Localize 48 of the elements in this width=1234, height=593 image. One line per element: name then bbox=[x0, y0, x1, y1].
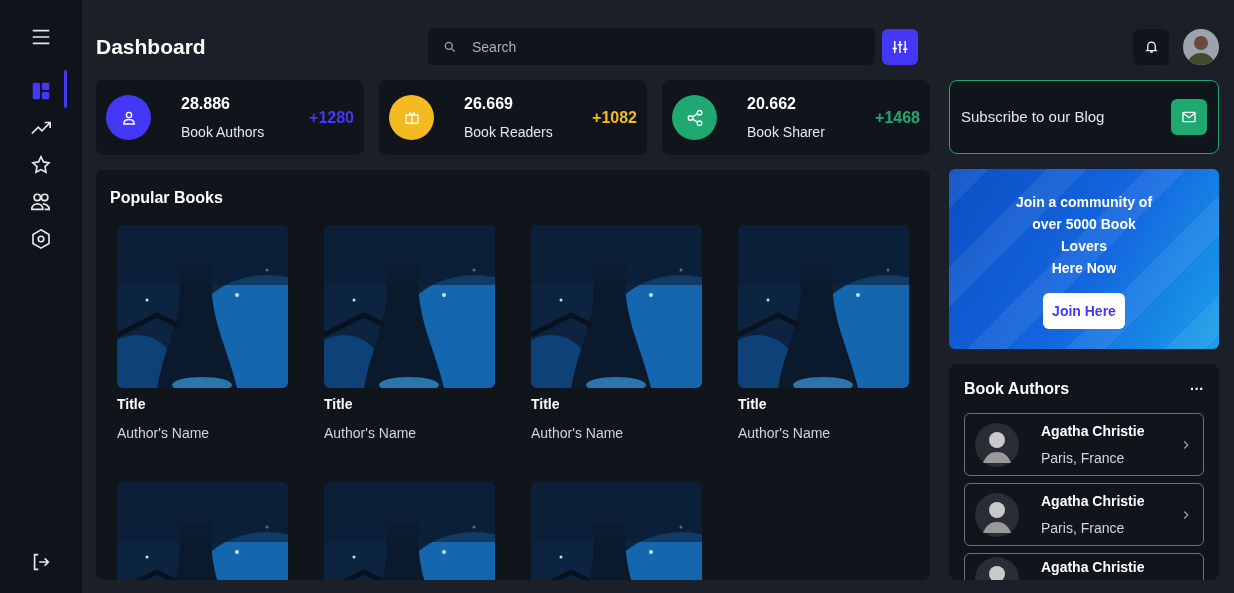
section-title: Popular Books bbox=[110, 188, 224, 208]
book-author: Author's Name bbox=[117, 424, 211, 443]
mail-icon bbox=[1181, 109, 1197, 125]
bell-icon bbox=[1143, 39, 1159, 54]
stat-change: +1468 bbox=[875, 107, 920, 128]
stat-value: 20.662 bbox=[747, 94, 797, 114]
page-title: Dashboard bbox=[96, 33, 207, 60]
author-item[interactable]: Agatha Christie Paris, France bbox=[964, 483, 1204, 546]
avatar[interactable] bbox=[1183, 28, 1219, 65]
section-title: Book Authors bbox=[964, 379, 1071, 399]
book-author: Author's Name bbox=[531, 424, 625, 443]
subscribe-label: Subscribe to our Blog bbox=[961, 106, 1106, 127]
book-author: Author's Name bbox=[738, 424, 832, 443]
book-title: Title bbox=[738, 395, 768, 414]
banner-text: Join a community of over 5000 Book Lovers Here Now bbox=[1014, 193, 1154, 278]
book-title: Title bbox=[531, 395, 561, 414]
author-location: Paris, France bbox=[1041, 518, 1126, 538]
book-title: Title bbox=[117, 395, 147, 414]
active-indicator bbox=[64, 70, 67, 108]
more-button[interactable]: ··· bbox=[1190, 378, 1204, 400]
book-author: Author's Name bbox=[324, 424, 418, 443]
stat-label: Book Readers bbox=[464, 123, 554, 142]
share-icon bbox=[685, 108, 704, 127]
stat-change: +1280 bbox=[309, 107, 354, 128]
stat-value: 28.886 bbox=[181, 94, 231, 114]
stat-change: +1082 bbox=[592, 107, 637, 128]
filter-button[interactable] bbox=[882, 28, 918, 65]
book-title: Title bbox=[324, 395, 354, 414]
author-item[interactable]: Agatha Christie Paris, France bbox=[964, 413, 1204, 476]
author-avatar bbox=[975, 422, 1019, 467]
author-item[interactable]: Agatha Christie bbox=[964, 553, 1204, 580]
join-button[interactable]: Join Here bbox=[1043, 293, 1125, 329]
settings-icon[interactable] bbox=[30, 228, 52, 250]
search-field[interactable]: Search bbox=[428, 28, 875, 65]
author-name: Agatha Christie bbox=[1041, 558, 1146, 577]
email-button[interactable] bbox=[1171, 99, 1207, 135]
stat-value: 26.669 bbox=[464, 94, 514, 114]
stat-label: Book Authors bbox=[181, 123, 266, 142]
author-location: Paris, France bbox=[1041, 448, 1126, 468]
author-name: Agatha Christie bbox=[1041, 491, 1146, 511]
star-icon[interactable] bbox=[30, 154, 52, 176]
dashboard-icon[interactable] bbox=[30, 80, 52, 102]
notification-button[interactable] bbox=[1133, 28, 1169, 65]
author-name: Agatha Christie bbox=[1041, 421, 1146, 441]
users-icon[interactable] bbox=[30, 191, 52, 213]
stat-label: Book Sharer bbox=[747, 123, 826, 142]
author-avatar bbox=[975, 492, 1019, 537]
search-icon bbox=[443, 40, 457, 54]
